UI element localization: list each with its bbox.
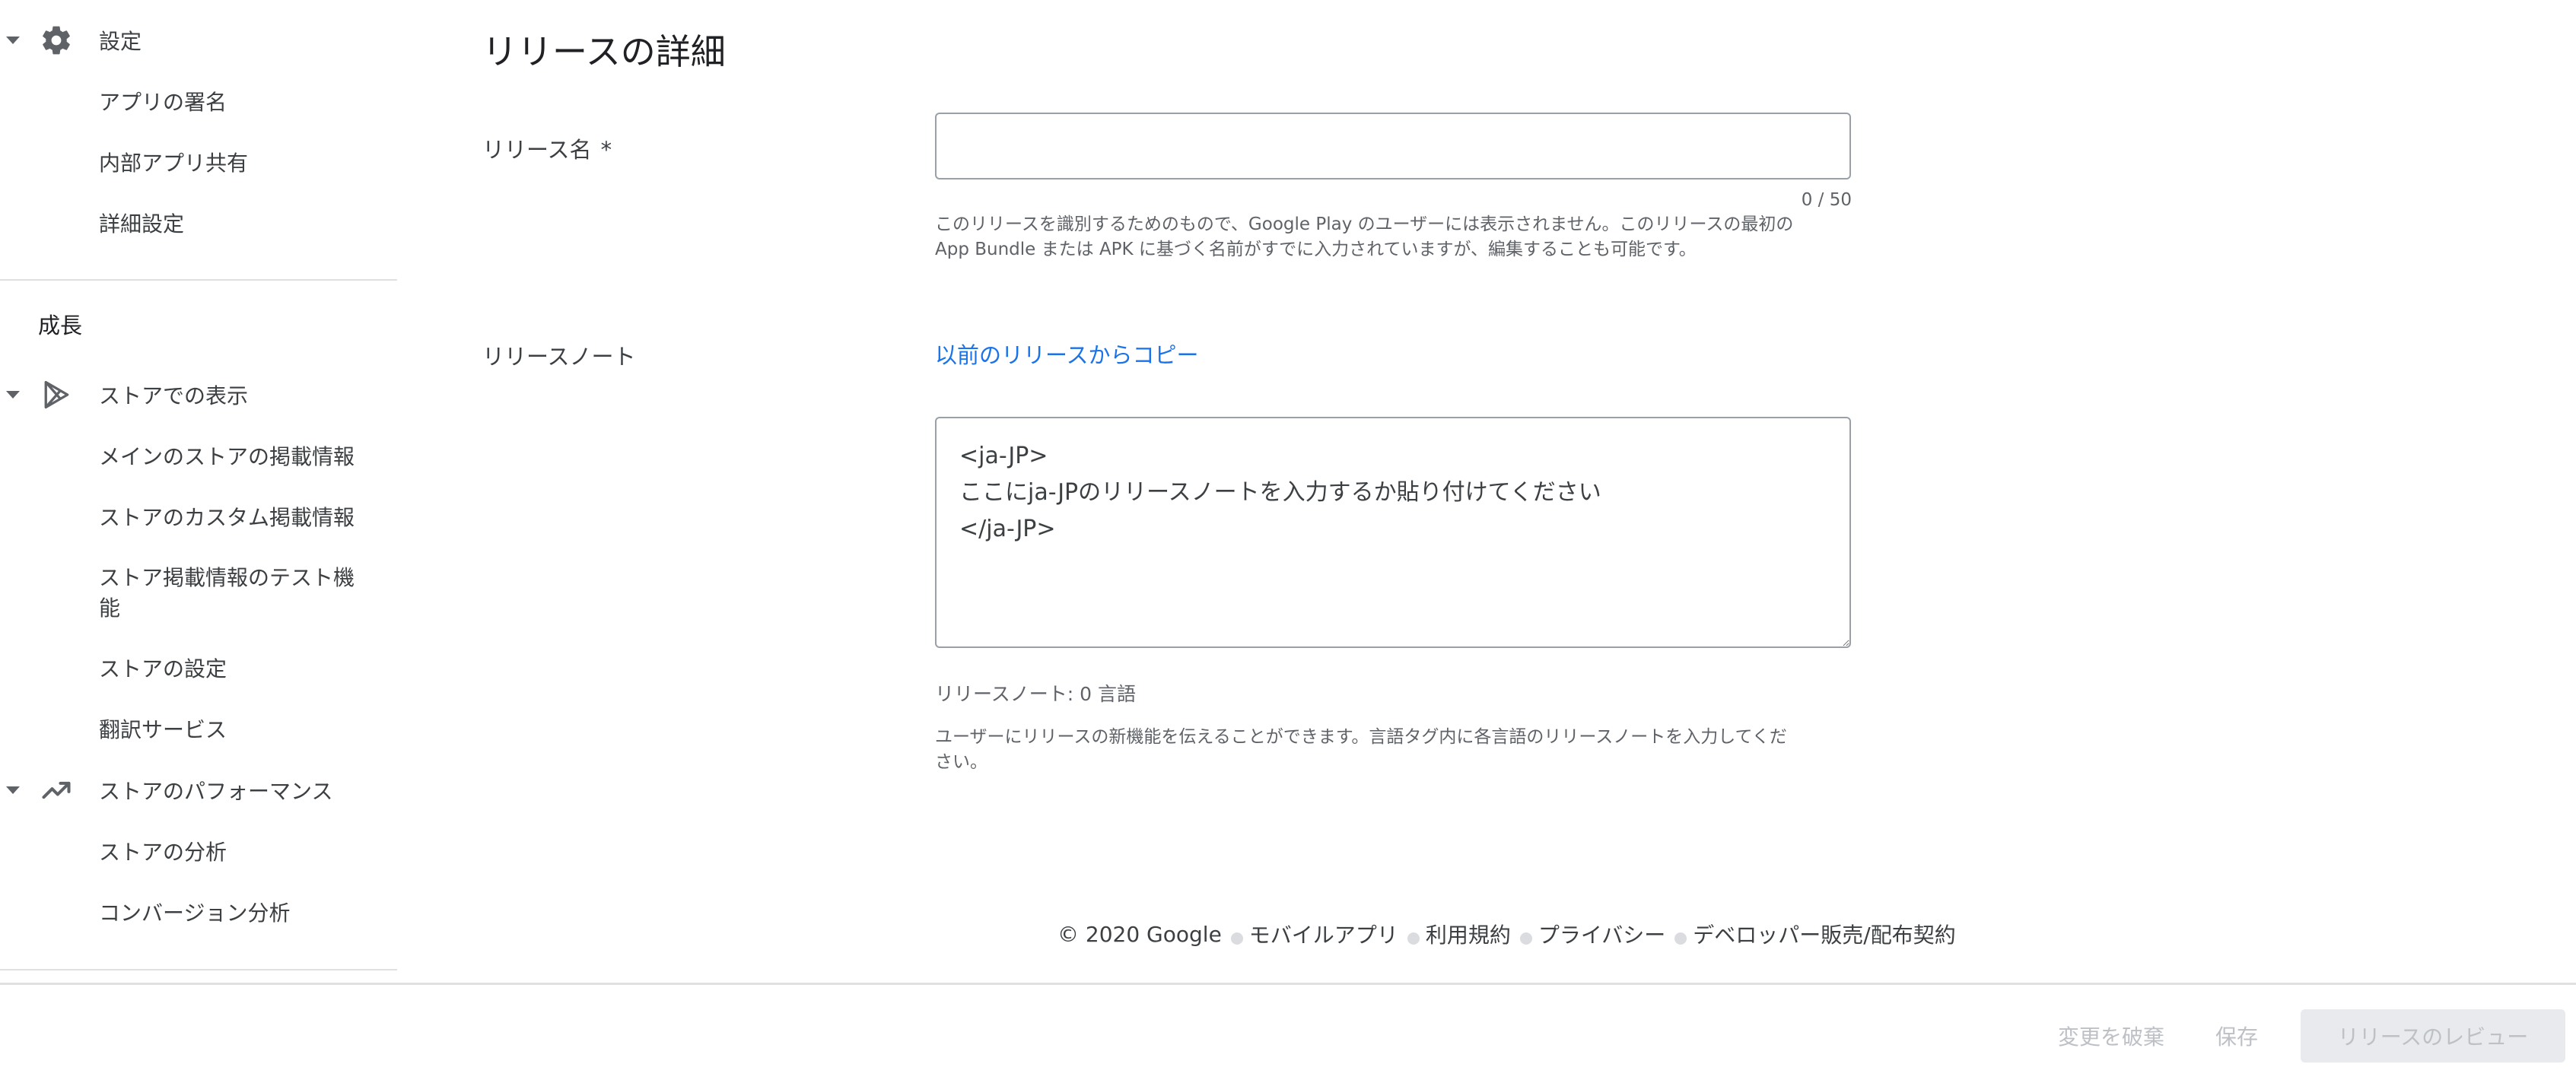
discard-changes-button[interactable]: 変更を破棄: [2058, 1021, 2164, 1051]
release-notes-helper-text: ユーザーにリリースの新機能を伝えることができます。言語タグ内に各言語のリリースノ…: [935, 725, 1856, 775]
sidebar-item-custom-store-listing[interactable]: ストアのカスタム掲載情報: [0, 490, 397, 543]
sidebar-item-label: ストアでの表示: [99, 383, 249, 408]
footer-links: © 2020 Google モバイルアプリ 利用規約 プライバシー デベロッパー…: [1057, 919, 1956, 949]
helper-line: App Bundle または APK に基づく名前がすでに入力されていますが、編…: [935, 240, 1697, 259]
bottom-action-bar: [0, 983, 2576, 1080]
sidebar-item-internal-app-sharing[interactable]: 内部アプリ共有: [0, 135, 397, 189]
sidebar-item-main-store-listing[interactable]: メインのストアの掲載情報: [0, 429, 397, 482]
release-notes-language-count: リリースノート: 0 言語: [935, 683, 1136, 705]
separator-dot: [1230, 932, 1243, 945]
sidebar-item-label: 翻訳サービス: [99, 717, 227, 742]
sidebar-item-label: アプリの署名: [99, 90, 227, 115]
page-title: リリースの詳細: [482, 31, 726, 72]
trending-up-icon: [38, 772, 75, 808]
release-name-helper-text: このリリースを識別するためのもので、Google Play のユーザーには表示さ…: [935, 212, 1856, 262]
sidebar-item-label: ストアの分析: [99, 840, 227, 865]
sidebar-item-store-analysis[interactable]: ストアの分析: [0, 824, 397, 878]
footer-link-developer-agreement[interactable]: デベロッパー販売/配布契約: [1693, 919, 1955, 949]
release-notes-textarea[interactable]: <ja-JP> ここにja-JPのリリースノートを入力するか貼り付けてください …: [935, 417, 1851, 648]
sidebar-item-label: ストア掲載情報のテスト機能: [99, 565, 355, 621]
chevron-down-icon[interactable]: [6, 37, 20, 44]
sidebar-item-label: 設定: [99, 29, 142, 54]
sidebar-item-label: ストアの設定: [99, 656, 227, 681]
sidebar-item-store-listing-experiments[interactable]: ストア掲載情報のテスト機能: [0, 557, 397, 630]
release-name-label: リリース名 *: [482, 132, 612, 164]
gear-icon: [38, 22, 75, 59]
sidebar-item-label: 内部アプリ共有: [99, 151, 249, 176]
sidebar-item-advanced-settings[interactable]: 詳細設定: [0, 196, 397, 249]
sidebar-section-growth: 成長: [38, 313, 83, 338]
helper-line: ユーザーにリリースの新機能を伝えることができます。言語タグ内に各言語のリリースノ…: [935, 727, 1787, 747]
sidebar-item-label: メインのストアの掲載情報: [99, 444, 355, 469]
sidebar-item-label: コンバージョン分析: [99, 901, 291, 926]
sidebar-item-store-settings[interactable]: ストアの設定: [0, 641, 397, 694]
sidebar-item-label: ストアのパフォーマンス: [99, 779, 333, 804]
release-name-input[interactable]: [935, 113, 1851, 179]
chevron-down-icon[interactable]: [6, 786, 20, 794]
sidebar-divider: [0, 279, 397, 281]
release-notes-label: リリースノート: [482, 344, 636, 370]
footer-link-terms[interactable]: 利用規約: [1426, 919, 1511, 949]
sidebar-group-store-presence[interactable]: ストアでの表示: [0, 368, 397, 421]
save-button[interactable]: 保存: [2215, 1021, 2258, 1051]
sidebar-nav: 設定 アプリの署名 内部アプリ共有 詳細設定 成長 ストアでの表示 メインのスト…: [0, 0, 397, 984]
copyright-text: © 2020 Google: [1057, 921, 1222, 947]
helper-line: このリリースを識別するためのもので、Google Play のユーザーには表示さ…: [935, 214, 1794, 234]
sidebar-item-label: ストアのカスタム掲載情報: [99, 505, 355, 530]
footer-link-privacy[interactable]: プライバシー: [1538, 919, 1665, 949]
copy-from-previous-release-link[interactable]: 以前のリリースからコピー: [935, 338, 1199, 370]
separator-dot: [1407, 932, 1420, 945]
separator-dot: [1519, 932, 1532, 945]
sidebar-item-app-signing[interactable]: アプリの署名: [0, 75, 397, 128]
chevron-down-icon[interactable]: [6, 391, 20, 399]
helper-line: さい。: [935, 752, 987, 772]
sidebar-group-settings[interactable]: 設定: [0, 14, 397, 67]
sidebar-item-conversion-analysis[interactable]: コンバージョン分析: [0, 885, 397, 939]
required-marker: *: [600, 137, 612, 163]
sidebar-item-translation-service[interactable]: 翻訳サービス: [0, 702, 397, 755]
footer-link-mobile-app[interactable]: モバイルアプリ: [1249, 919, 1398, 949]
separator-dot: [1674, 932, 1687, 945]
character-counter: 0 / 50: [1801, 190, 1852, 210]
sidebar-divider: [0, 969, 397, 970]
sidebar-group-store-performance[interactable]: ストアのパフォーマンス: [0, 764, 397, 817]
review-release-button[interactable]: リリースのレビュー: [2301, 1009, 2565, 1063]
play-store-icon: [38, 376, 75, 413]
sidebar-item-label: 詳細設定: [99, 211, 185, 237]
release-name-label-text: リリース名: [482, 137, 592, 163]
